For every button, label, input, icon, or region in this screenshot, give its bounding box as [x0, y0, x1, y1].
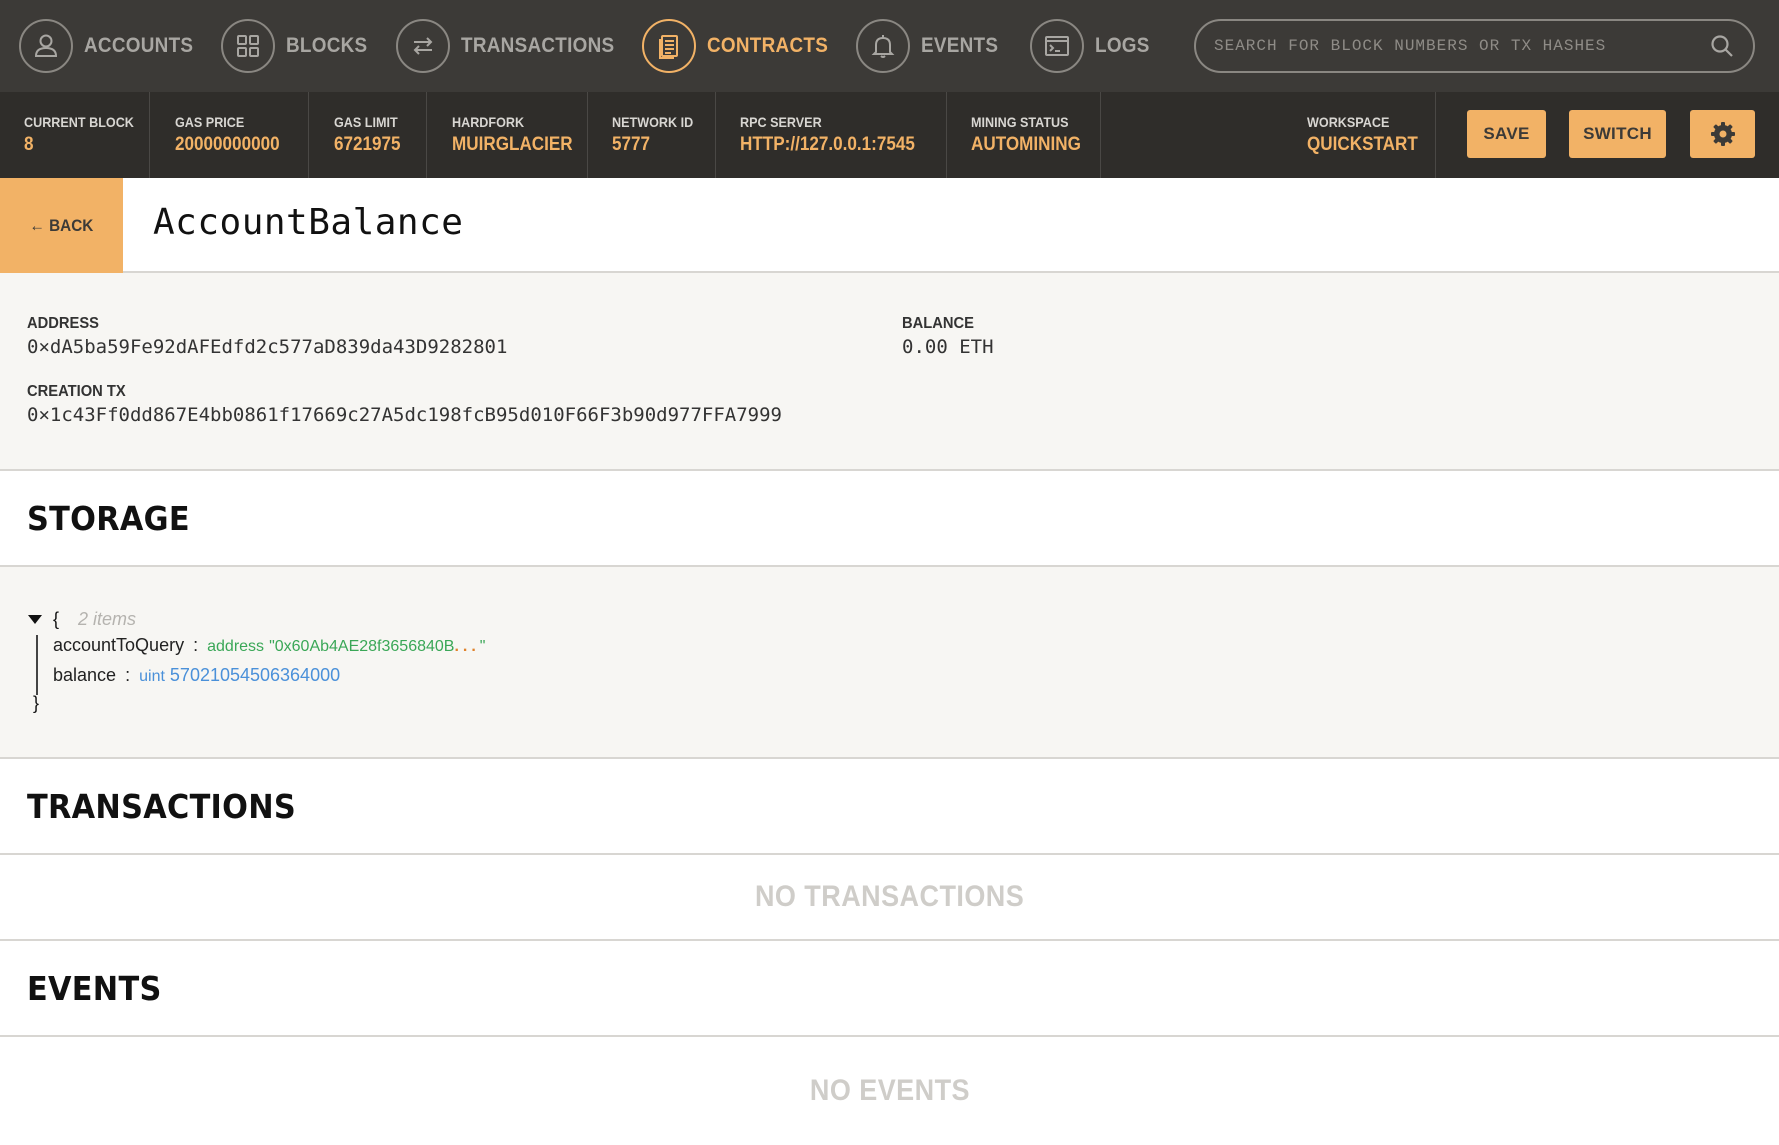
stat-label: MINING STATUS: [971, 114, 1069, 130]
stat-value: MUIRGLACIER: [452, 134, 573, 155]
back-button-label: ← BACK: [29, 215, 94, 235]
contract-title-bar: ← BACK AccountBalance: [0, 178, 1779, 273]
transactions-empty: NO TRANSACTIONS: [0, 855, 1779, 941]
tree-indent-line: [36, 635, 38, 695]
search-box: [1194, 19, 1755, 73]
balance-value: 0.00 ETH: [902, 336, 994, 358]
entry-type: address: [207, 638, 265, 655]
address-label: ADDRESS: [27, 315, 99, 332]
tree-root: { 2 items: [53, 609, 136, 630]
stat-label: WORKSPACE: [1307, 114, 1390, 130]
stat-current-block: CURRENT BLOCK 8: [0, 92, 150, 178]
nav-blocks[interactable]: BLOCKS: [221, 17, 376, 75]
item-count: 2 items: [78, 609, 137, 629]
events-empty: NO EVENTS: [0, 1037, 1779, 1145]
entry-value: 57021054506364000: [169, 665, 341, 685]
entry-key: balance: [53, 665, 117, 685]
stat-value: QUICKSTART: [1307, 134, 1418, 155]
nav-logs-label: LOGS: [1095, 34, 1150, 57]
balance-label: BALANCE: [902, 315, 974, 332]
tree-root-close: }: [33, 693, 39, 714]
events-header: EVENTS: [0, 941, 1779, 1037]
contract-info: ADDRESS 0×dA5ba59Fe92dAFEdfd2c577aD839da…: [0, 273, 1779, 471]
storage-title: STORAGE: [27, 499, 190, 538]
storage-header: STORAGE: [0, 471, 1779, 567]
entry-ellipsis[interactable]: ...: [454, 638, 479, 655]
creation-tx-label: CREATION TX: [27, 383, 126, 400]
transactions-header: TRANSACTIONS: [0, 759, 1779, 855]
stat-value: 5777: [612, 134, 651, 155]
collapse-caret-icon[interactable]: [28, 615, 42, 624]
entry-type: uint: [139, 668, 165, 685]
stat-label: NETWORK ID: [612, 114, 694, 130]
nav-contracts[interactable]: CONTRACTS: [642, 17, 842, 75]
terminal-icon: [1030, 19, 1084, 73]
stat-label: GAS PRICE: [175, 114, 245, 130]
blocks-icon: [221, 19, 275, 73]
stat-label: HARDFORK: [452, 114, 525, 130]
transactions-title: TRANSACTIONS: [27, 787, 297, 826]
back-button[interactable]: ← BACK: [0, 178, 123, 273]
storage-tree: [0, 567, 1779, 759]
close-brace: }: [33, 693, 40, 713]
nav-events-label: EVENTS: [921, 34, 999, 57]
nav-events[interactable]: EVENTS: [856, 17, 1007, 75]
transfer-icon: [396, 19, 450, 73]
stat-hardfork: HARDFORK MUIRGLACIER: [427, 92, 588, 178]
stat-label: CURRENT BLOCK: [24, 114, 134, 130]
settings-button[interactable]: [1690, 110, 1755, 158]
document-icon: [642, 19, 696, 73]
bell-icon: [856, 19, 910, 73]
gear-icon: [1710, 122, 1735, 146]
stat-value: 20000000000: [175, 134, 280, 155]
no-events-text: NO EVENTS: [809, 1074, 970, 1107]
entry-key: accountToQuery: [53, 635, 185, 655]
stat-network-id: NETWORK ID 5777: [588, 92, 716, 178]
search-input[interactable]: [1214, 37, 1709, 55]
stat-workspace: WORKSPACE QUICKSTART: [1101, 92, 1436, 178]
storage-entry: accountToQuery : address "0x60Ab4AE28f36…: [53, 635, 485, 656]
search-icon[interactable]: [1709, 33, 1735, 59]
switch-button[interactable]: SWITCH: [1569, 110, 1666, 158]
entry-separator: :: [193, 635, 199, 655]
nav-contracts-label: CONTRACTS: [707, 34, 829, 57]
nav-accounts[interactable]: ACCOUNTS: [19, 17, 205, 75]
address-value: 0×dA5ba59Fe92dAFEdfd2c577aD839da43D92828…: [27, 336, 508, 358]
nav-transactions[interactable]: TRANSACTIONS: [396, 17, 631, 75]
stat-gas-price: GAS PRICE 20000000000: [150, 92, 309, 178]
user-icon: [19, 19, 73, 73]
storage-entry: balance : uint 57021054506364000: [53, 665, 340, 686]
stat-gas-limit: GAS LIMIT 6721975: [309, 92, 427, 178]
stat-value: 8: [24, 134, 34, 155]
open-brace: {: [53, 609, 60, 629]
top-navigation: ACCOUNTS BLOCKS TRANSACTIONS CONTRACTS E…: [0, 0, 1779, 92]
stat-value: AUTOMINING: [971, 134, 1081, 155]
page-title: AccountBalance: [153, 202, 464, 243]
stat-value: 6721975: [334, 134, 401, 155]
nav-transactions-label: TRANSACTIONS: [461, 34, 615, 57]
save-button[interactable]: SAVE: [1467, 110, 1546, 158]
stat-rpc-server: RPC SERVER HTTP://127.0.0.1:7545: [716, 92, 947, 178]
nav-logs[interactable]: LOGS: [1030, 17, 1156, 75]
events-title: EVENTS: [27, 969, 162, 1008]
nav-blocks-label: BLOCKS: [286, 34, 368, 57]
stat-label: GAS LIMIT: [334, 114, 398, 130]
entry-separator: :: [125, 665, 131, 685]
creation-tx-value: 0×1c43Ff0dd867E4bb0861f17669c27A5dc198fc…: [27, 404, 782, 426]
stat-label: RPC SERVER: [740, 114, 822, 130]
stat-mining-status: MINING STATUS AUTOMINING: [947, 92, 1101, 178]
no-transactions-text: NO TRANSACTIONS: [754, 880, 1025, 913]
entry-value: "0x60Ab4AE28f3656840B: [269, 638, 455, 655]
stat-value: HTTP://127.0.0.1:7545: [740, 134, 915, 155]
entry-close-quote: ": [479, 638, 486, 655]
nav-accounts-label: ACCOUNTS: [84, 34, 194, 57]
